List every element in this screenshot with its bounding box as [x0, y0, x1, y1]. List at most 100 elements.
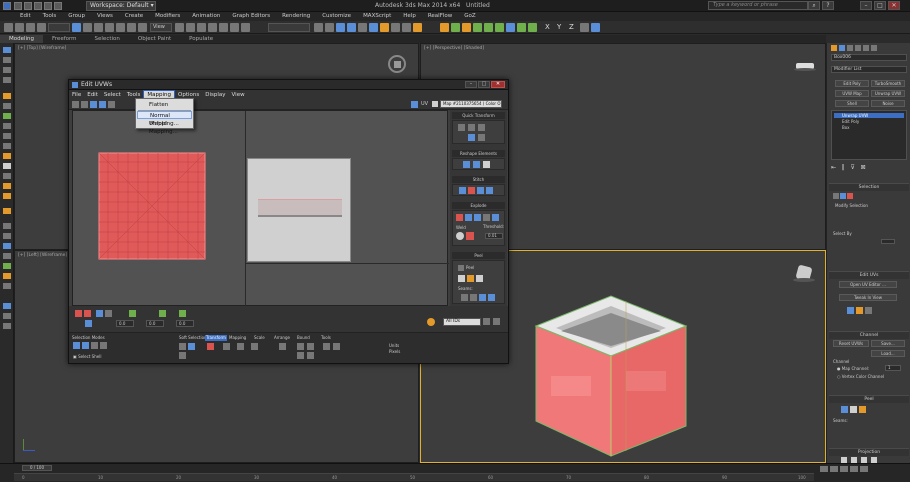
object-name-field[interactable]: Box006 — [831, 54, 907, 61]
left-tool-icon-19[interactable] — [3, 243, 11, 249]
modify-tab-icon[interactable] — [839, 45, 845, 51]
menu-edit[interactable]: Edit — [14, 12, 37, 21]
all-ids-dropdown[interactable]: All IDs — [443, 318, 481, 326]
time-slider[interactable]: 0 / 100 — [22, 465, 52, 471]
menu-maxscript[interactable]: MAXScript — [357, 12, 397, 21]
menu-modifiers[interactable]: Modifiers — [149, 12, 186, 21]
move-uv-icon[interactable] — [72, 101, 79, 108]
shell-button[interactable]: Shell — [835, 100, 869, 107]
map-channel-spinner[interactable]: 1 — [885, 365, 901, 371]
weld-target-icon[interactable] — [466, 232, 474, 240]
left-tool-icon-10[interactable] — [3, 143, 11, 149]
undo-icon[interactable] — [44, 2, 52, 10]
viewcube-front-icon[interactable] — [794, 61, 816, 71]
redo-icon[interactable] — [54, 2, 62, 10]
dialog-maximize-button[interactable]: □ — [478, 81, 490, 88]
stitch-header[interactable]: Stitch — [452, 176, 505, 183]
menu-help[interactable]: Help — [397, 12, 422, 21]
rollout-selection[interactable]: Selection — [829, 183, 909, 191]
left-tool-icon-13[interactable] — [3, 173, 11, 179]
left-tool-icon-5[interactable] — [3, 93, 11, 99]
menu-group[interactable]: Group — [62, 12, 91, 21]
unwrap-uvw-button[interactable]: Unwrap UVW — [871, 90, 905, 97]
soft-selection-tools[interactable] — [179, 343, 203, 359]
left-tool-icon-22[interactable] — [3, 273, 11, 279]
menu-create[interactable]: Create — [119, 12, 149, 21]
left-tool-icon-8[interactable] — [3, 123, 11, 129]
bottom-tool-icon-1[interactable] — [75, 310, 82, 317]
left-tool-icon-14[interactable] — [3, 183, 11, 189]
quick-transform-tools[interactable] — [452, 120, 505, 144]
stack-item-edit-poly[interactable]: Edit Poly — [834, 119, 904, 124]
left-tool-icon-21[interactable] — [3, 263, 11, 269]
tab-populate[interactable]: Populate — [180, 35, 222, 43]
left-tool-icon-26[interactable] — [3, 323, 11, 329]
show-map-icon[interactable] — [411, 101, 418, 108]
rendered-frame-icon[interactable] — [402, 23, 411, 32]
left-tool-icon-25[interactable] — [3, 313, 11, 319]
map-channel-radio[interactable]: ● Map Channel: — [837, 366, 869, 371]
motion-tab-icon[interactable] — [855, 45, 861, 51]
material-editor-icon[interactable] — [380, 23, 389, 32]
footer-tab-scale[interactable]: Scale — [254, 335, 265, 340]
left-tool-icon-15[interactable] — [3, 193, 11, 199]
bottom-tool-icon-2[interactable] — [84, 310, 91, 317]
display-tab-icon[interactable] — [863, 45, 869, 51]
selection-filter-dropdown[interactable] — [48, 23, 70, 32]
left-tool-icon-2[interactable] — [3, 57, 11, 63]
hierarchy-tab-icon[interactable] — [847, 45, 853, 51]
create-tab-icon[interactable] — [831, 45, 837, 51]
unlink-icon[interactable] — [26, 23, 35, 32]
red-box-mesh[interactable] — [516, 286, 716, 461]
scale-uv-icon[interactable] — [90, 101, 97, 108]
left-tool-icon-24[interactable] — [3, 303, 11, 309]
left-tool-icon-20[interactable] — [3, 253, 11, 259]
search-input[interactable]: Type a keyword or phrase — [708, 1, 808, 10]
uvw-map-button[interactable]: UVW Map — [835, 90, 869, 97]
bottom-tool-icon-5[interactable] — [129, 310, 136, 317]
viewcube-perspective-icon[interactable] — [793, 264, 815, 284]
v-coord-field[interactable]: 0.0 — [146, 320, 164, 327]
plugin-icon-3[interactable] — [462, 23, 471, 32]
reshape-elements-header[interactable]: Reshape Elements — [452, 150, 505, 157]
select-manipulate-icon[interactable] — [186, 23, 195, 32]
left-tool-icon-18[interactable] — [3, 233, 11, 239]
normal-mapping-item[interactable]: Normal Mapping... — [137, 111, 192, 127]
viewport-left-label[interactable]: [+] [Left] [Wireframe] — [18, 253, 67, 258]
uv-label[interactable]: UV — [421, 101, 428, 107]
tab-modeling[interactable]: Modeling — [0, 35, 44, 43]
uv-shell-red-mesh[interactable] — [98, 152, 208, 262]
left-tool-icon-6[interactable] — [3, 103, 11, 109]
left-tool-icon-3[interactable] — [3, 67, 11, 73]
coord-system-dropdown[interactable]: View — [150, 23, 172, 32]
vertex-color-radio[interactable]: ○ Vertex Color Channel — [837, 374, 884, 379]
bottom-tool-icon-8[interactable] — [85, 320, 92, 327]
peel-header[interactable]: Peel — [452, 252, 505, 259]
window-crossing-icon[interactable] — [105, 23, 114, 32]
plugin-icon-9[interactable] — [528, 23, 537, 32]
axis-x-label[interactable]: X — [545, 23, 550, 31]
left-tool-icon-4[interactable] — [3, 77, 11, 83]
menu-customize[interactable]: Customize — [316, 12, 357, 21]
selection-modes-label[interactable]: Selection Modes — [72, 335, 105, 340]
select-by-spinner[interactable] — [881, 239, 895, 244]
plugin-icon-6[interactable] — [495, 23, 504, 32]
quick-transform-header[interactable]: Quick Transform — [452, 112, 505, 119]
dialog-close-button[interactable]: ✕ — [491, 81, 505, 88]
axis-z-label[interactable]: Z — [569, 23, 574, 31]
uv-editor-canvas[interactable] — [72, 110, 449, 307]
left-tool-icon-17[interactable] — [3, 223, 11, 229]
workspace-dropdown[interactable]: Workspace: Default ▾ — [86, 1, 156, 11]
constraint-plane-icon[interactable] — [591, 23, 600, 32]
footer-tab-mapping[interactable]: Mapping — [229, 335, 246, 340]
menu-goz[interactable]: GoZ — [458, 12, 481, 21]
maximize-button[interactable]: □ — [874, 1, 886, 10]
stack-item-box[interactable]: Box — [834, 125, 904, 130]
bottom-tool-icon-6[interactable] — [159, 310, 166, 317]
menu-graph-editors[interactable]: Graph Editors — [226, 12, 276, 21]
graphite-toggle-icon[interactable] — [347, 23, 356, 32]
viewcube-top-icon[interactable] — [388, 55, 406, 73]
minimize-button[interactable]: – — [860, 1, 872, 10]
bind-icon[interactable] — [37, 23, 46, 32]
help-icon[interactable]: ? — [822, 1, 834, 10]
